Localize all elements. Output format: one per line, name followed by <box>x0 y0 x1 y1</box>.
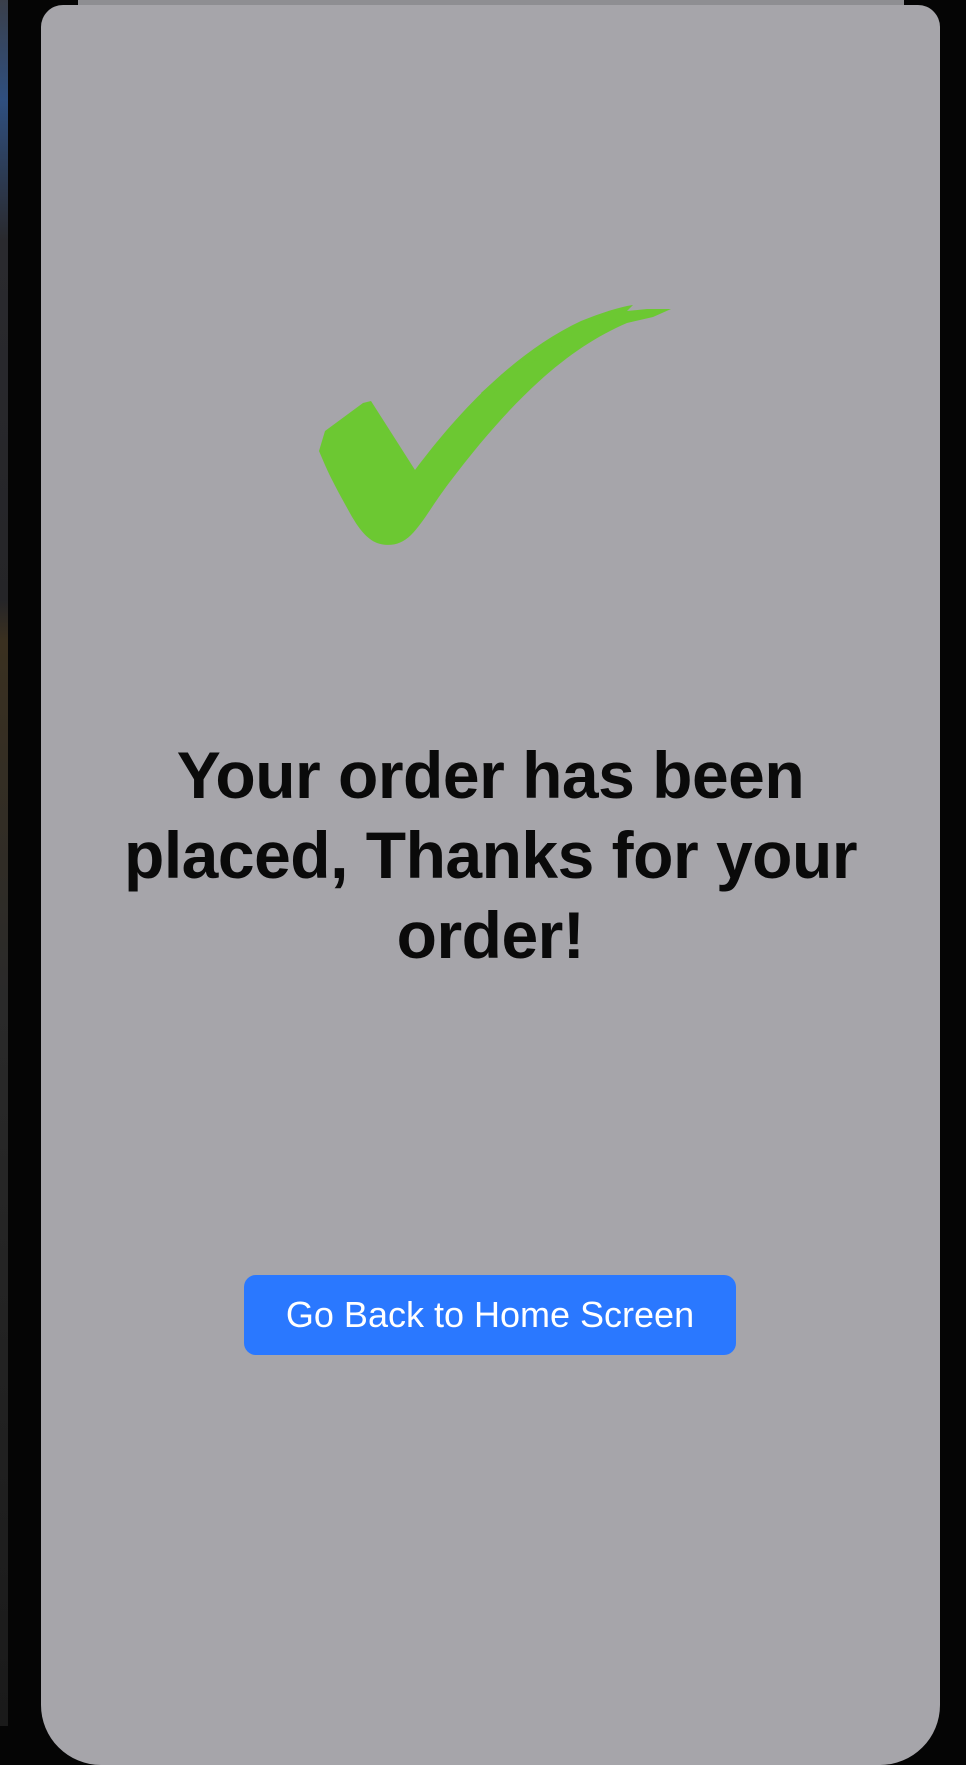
checkmark-stroke <box>319 305 671 545</box>
go-back-home-button[interactable]: Go Back to Home Screen <box>244 1275 736 1355</box>
device-edge <box>0 0 8 1726</box>
checkmark-icon <box>319 305 671 545</box>
device-frame: Your order has been placed, Thanks for y… <box>0 0 966 1765</box>
order-placed-message: Your order has been placed, Thanks for y… <box>124 738 858 972</box>
order-confirmation-screen: Your order has been placed, Thanks for y… <box>41 5 940 1765</box>
